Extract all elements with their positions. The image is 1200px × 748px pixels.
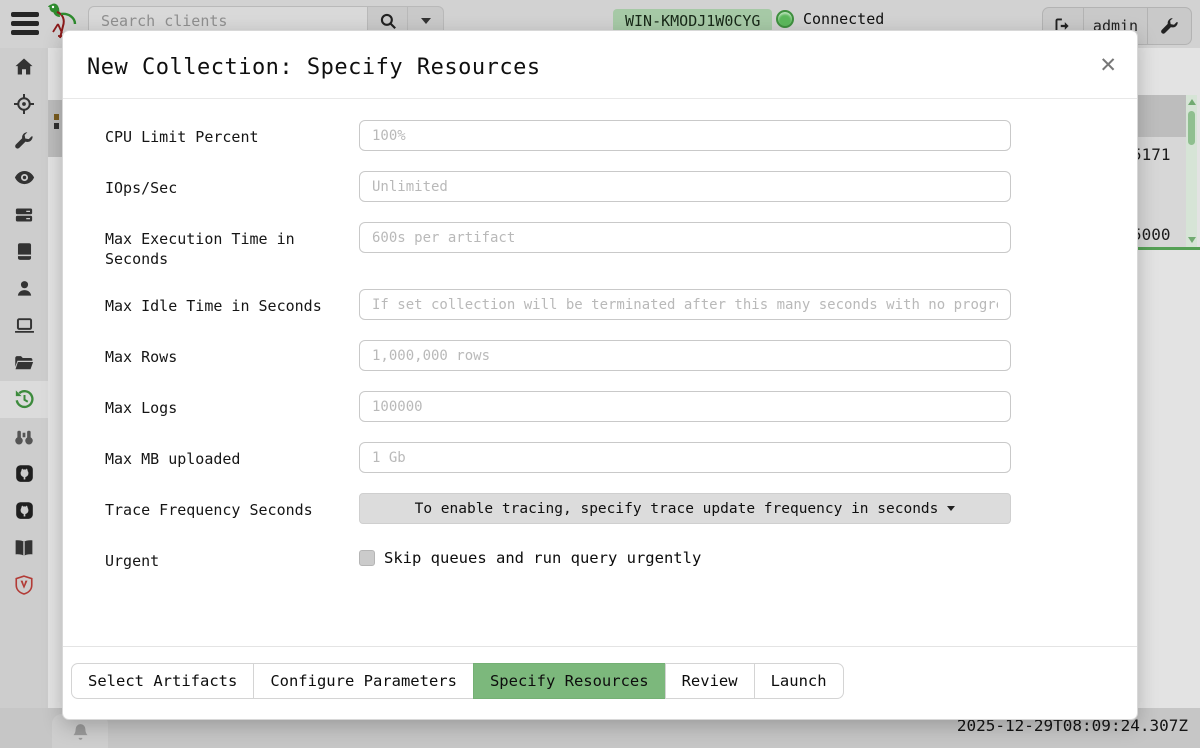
form-row-urgent: Urgent Skip queues and run query urgentl… <box>105 544 1071 575</box>
book-open-icon <box>14 538 34 558</box>
step-select-artifacts[interactable]: Select Artifacts <box>71 663 254 699</box>
folder-open-icon <box>14 353 34 373</box>
laptop-icon <box>14 315 35 336</box>
step-specify-resources[interactable]: Specify Resources <box>473 663 666 699</box>
sidebar-item-home[interactable] <box>0 48 48 85</box>
field-label: Max Rows <box>105 340 359 367</box>
form-row-trace-frequency: Trace Frequency Seconds To enable tracin… <box>105 493 1071 524</box>
max-execution-time-input[interactable] <box>359 222 1011 253</box>
form-row-iops: IOps/Sec <box>105 171 1071 202</box>
sidebar-item-collected-artifacts[interactable] <box>0 381 48 418</box>
form-row-cpu-limit: CPU Limit Percent <box>105 120 1071 151</box>
max-mb-uploaded-input[interactable] <box>359 442 1011 473</box>
iops-input[interactable] <box>359 171 1011 202</box>
form-row-max-logs: Max Logs <box>105 391 1071 422</box>
sidebar-item-server-monitoring[interactable] <box>0 159 48 196</box>
wrench-icon <box>14 131 34 151</box>
sidebar-item-github-alt[interactable] <box>0 492 48 529</box>
background-scrollbar[interactable] <box>1186 95 1197 247</box>
step-configure-parameters[interactable]: Configure Parameters <box>253 663 474 699</box>
close-icon[interactable]: ✕ <box>1099 53 1117 77</box>
new-collection-modal: New Collection: Specify Resources ✕ CPU … <box>62 30 1138 720</box>
dropdown-value: To enable tracing, specify trace update … <box>415 501 939 517</box>
settings-button[interactable] <box>1148 7 1192 45</box>
field-label: Max Execution Time in Seconds <box>105 222 359 269</box>
sidebar-item-server-artifacts[interactable] <box>0 122 48 159</box>
search-icon <box>379 12 397 30</box>
sidebar-item-host-information[interactable] <box>0 307 48 344</box>
connected-indicator-icon <box>776 10 794 28</box>
wrench-icon <box>1160 17 1179 36</box>
modal-header: New Collection: Specify Resources ✕ <box>63 31 1137 99</box>
form-row-max-mb-uploaded: Max MB uploaded <box>105 442 1071 473</box>
form-row-max-idle-time: Max Idle Time in Seconds <box>105 289 1071 320</box>
background-icon-fragment <box>54 114 59 120</box>
binoculars-icon <box>14 427 34 447</box>
field-label: Max MB uploaded <box>105 442 359 469</box>
field-label: CPU Limit Percent <box>105 120 359 147</box>
connection-status: Connected <box>776 10 884 28</box>
history-icon <box>14 389 35 410</box>
scrollbar-thumb[interactable] <box>1188 111 1195 145</box>
chevron-down-icon <box>947 506 955 511</box>
crosshair-icon <box>14 94 34 114</box>
chevron-down-icon <box>421 18 431 24</box>
modal-footer: Select Artifacts Configure Parameters Sp… <box>63 646 1137 719</box>
field-label: Trace Frequency Seconds <box>105 493 359 520</box>
home-icon <box>14 57 34 77</box>
github-alt-icon <box>15 501 34 520</box>
sidebar-item-search[interactable] <box>0 418 48 455</box>
background-icon-fragment <box>54 123 59 129</box>
sidebar-item-hunt-manager[interactable] <box>0 85 48 122</box>
scroll-down-arrow-icon[interactable] <box>1188 237 1196 243</box>
connection-status-label: Connected <box>803 10 884 28</box>
sidebar-item-github[interactable] <box>0 455 48 492</box>
sidebar-item-documentation[interactable] <box>0 529 48 566</box>
background-table-header-left <box>48 100 62 157</box>
scroll-up-arrow-icon[interactable] <box>1188 99 1196 105</box>
sidebar-item-clients[interactable] <box>0 270 48 307</box>
field-label: Max Logs <box>105 391 359 418</box>
user-icon <box>15 279 34 298</box>
step-review[interactable]: Review <box>665 663 755 699</box>
shield-v-icon <box>14 575 34 595</box>
max-idle-time-input[interactable] <box>359 289 1011 320</box>
urgent-checkbox-label: Skip queues and run query urgently <box>384 549 701 567</box>
urgent-checkbox[interactable] <box>359 550 375 566</box>
github-icon <box>15 464 34 483</box>
sidebar-item-server-events[interactable] <box>0 196 48 233</box>
server-stack-icon <box>14 205 34 225</box>
max-rows-input[interactable] <box>359 340 1011 371</box>
sidebar <box>0 48 48 708</box>
sidebar-item-velociraptor-shield[interactable] <box>0 566 48 603</box>
cpu-limit-input[interactable] <box>359 120 1011 151</box>
sidebar-item-vfs[interactable] <box>0 344 48 381</box>
step-launch[interactable]: Launch <box>754 663 844 699</box>
trace-frequency-dropdown[interactable]: To enable tracing, specify trace update … <box>359 493 1011 524</box>
form-row-max-execution-time: Max Execution Time in Seconds <box>105 222 1071 269</box>
field-label: Urgent <box>105 544 359 571</box>
wizard-steps: Select Artifacts Configure Parameters Sp… <box>71 663 844 699</box>
hamburger-menu-icon[interactable] <box>11 12 39 36</box>
bell-icon <box>71 722 90 741</box>
sidebar-item-notebooks[interactable] <box>0 233 48 270</box>
journal-icon <box>15 242 34 261</box>
modal-title: New Collection: Specify Resources <box>87 55 1113 80</box>
modal-body: CPU Limit Percent IOps/Sec Max Execution… <box>63 99 1137 646</box>
field-label: Max Idle Time in Seconds <box>105 289 359 316</box>
eye-icon <box>14 167 35 188</box>
field-label: IOps/Sec <box>105 171 359 198</box>
form-row-max-rows: Max Rows <box>105 340 1071 371</box>
max-logs-input[interactable] <box>359 391 1011 422</box>
